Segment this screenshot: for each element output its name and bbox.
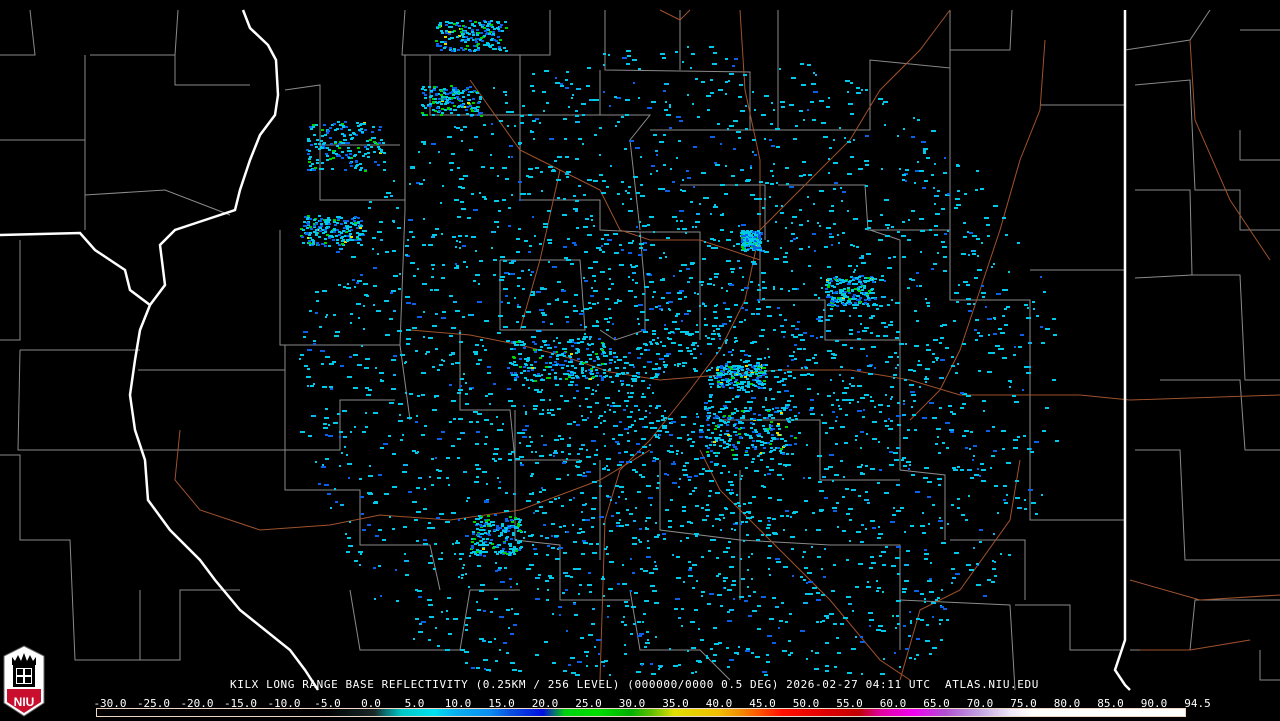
radar-map[interactable] [0, 0, 1280, 720]
niu-logo: NIU [3, 645, 45, 717]
product-caption: KILX LONG RANGE BASE REFLECTIVITY (0.25K… [230, 678, 1039, 691]
logo-text: NIU [14, 695, 35, 709]
scale-label: 94.5 [1184, 697, 1211, 710]
reflectivity-color-bar [96, 708, 1186, 717]
